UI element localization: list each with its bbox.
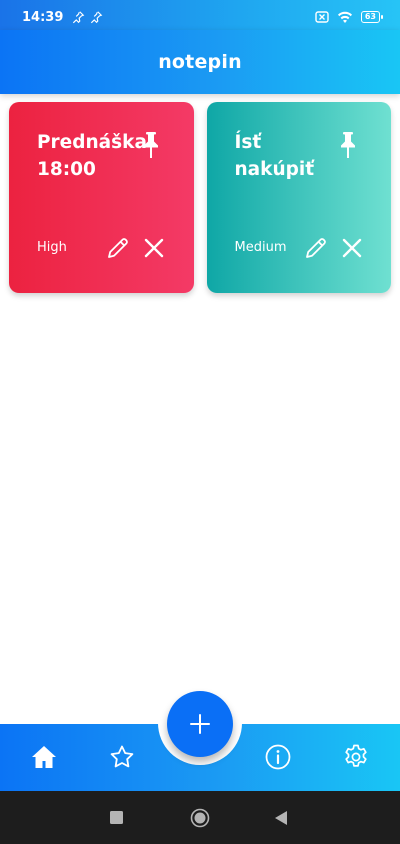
wifi-icon xyxy=(337,11,352,23)
home-system-icon[interactable] xyxy=(190,808,210,828)
app-bar: notepin xyxy=(0,30,400,94)
note-title: Ísť nakúpiť xyxy=(234,132,315,180)
pin-icon[interactable] xyxy=(141,131,161,159)
status-bar: 14:39 63 xyxy=(0,0,400,34)
sim-off-icon xyxy=(315,11,329,23)
notes-grid: Prednáška 18:00 High Ísť nakúpiť Medium xyxy=(9,102,391,293)
edit-icon[interactable] xyxy=(304,236,328,260)
star-icon[interactable] xyxy=(108,743,136,771)
status-time: 14:39 xyxy=(22,9,64,25)
back-icon[interactable] xyxy=(274,810,288,826)
edit-icon[interactable] xyxy=(106,236,130,260)
add-icon xyxy=(190,714,210,734)
pin-icon[interactable] xyxy=(338,131,358,159)
battery-indicator: 63 xyxy=(360,11,384,23)
pin-notification-icon xyxy=(91,11,103,24)
note-priority: Medium xyxy=(234,240,287,255)
pin-notification-icon xyxy=(73,11,85,24)
add-note-button[interactable] xyxy=(167,691,233,757)
info-icon[interactable] xyxy=(264,743,292,771)
note-priority: High xyxy=(37,240,67,255)
delete-icon[interactable] xyxy=(340,236,364,260)
note-title: Prednáška 18:00 xyxy=(37,132,147,180)
system-nav-bar xyxy=(0,791,400,844)
note-card[interactable]: Ísť nakúpiť Medium xyxy=(206,102,391,293)
note-card[interactable]: Prednáška 18:00 High xyxy=(9,102,194,293)
home-icon[interactable] xyxy=(30,743,58,771)
app-title: notepin xyxy=(158,51,242,73)
settings-icon[interactable] xyxy=(342,743,370,771)
delete-icon[interactable] xyxy=(142,236,166,260)
recents-icon[interactable] xyxy=(110,811,123,824)
